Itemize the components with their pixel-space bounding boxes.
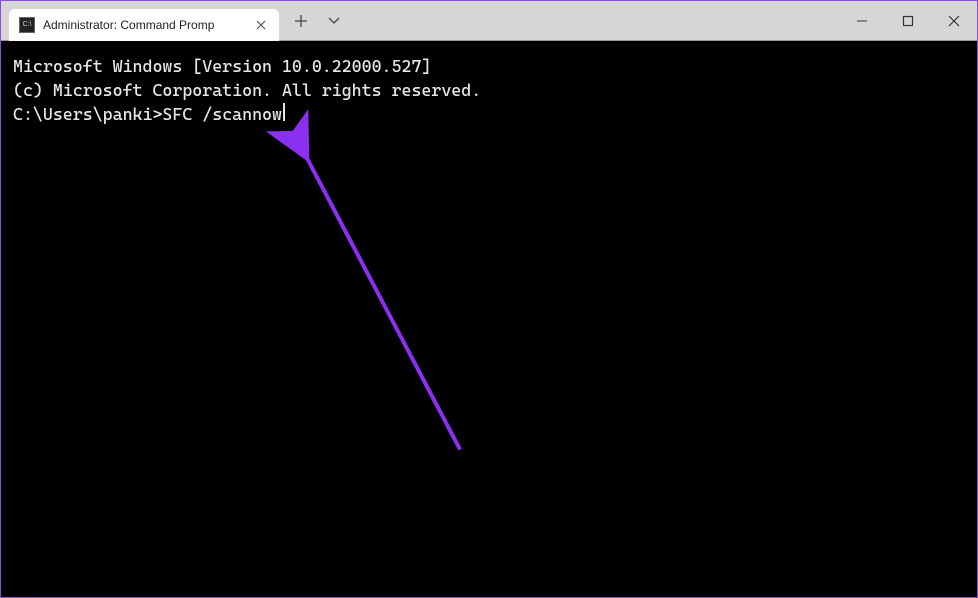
terminal-icon: C:\ — [19, 17, 35, 33]
tab-dropdown-button[interactable] — [319, 3, 349, 39]
terminal-icon-label: C:\ — [23, 21, 32, 28]
active-tab[interactable]: C:\ Administrator: Command Promp — [9, 9, 279, 41]
copyright-line: (c) Microsoft Corporation. All rights re… — [13, 79, 965, 103]
prompt-path: C:\Users\panki> — [13, 103, 162, 127]
close-tab-button[interactable] — [253, 17, 269, 33]
title-bar: C:\ Administrator: Command Promp — [1, 1, 977, 41]
tab-title: Administrator: Command Promp — [43, 18, 245, 32]
terminal-output[interactable]: Microsoft Windows [Version 10.0.22000.52… — [1, 41, 977, 597]
close-window-button[interactable] — [931, 1, 977, 40]
tab-area: C:\ Administrator: Command Promp — [1, 1, 839, 40]
window-controls — [839, 1, 977, 40]
text-cursor — [283, 103, 285, 121]
maximize-button[interactable] — [885, 1, 931, 40]
command-text: SFC /scannow — [162, 103, 282, 127]
minimize-button[interactable] — [839, 1, 885, 40]
prompt-line: C:\Users\panki>SFC /scannow — [13, 103, 965, 127]
version-line: Microsoft Windows [Version 10.0.22000.52… — [13, 55, 965, 79]
new-tab-button[interactable] — [283, 3, 319, 39]
